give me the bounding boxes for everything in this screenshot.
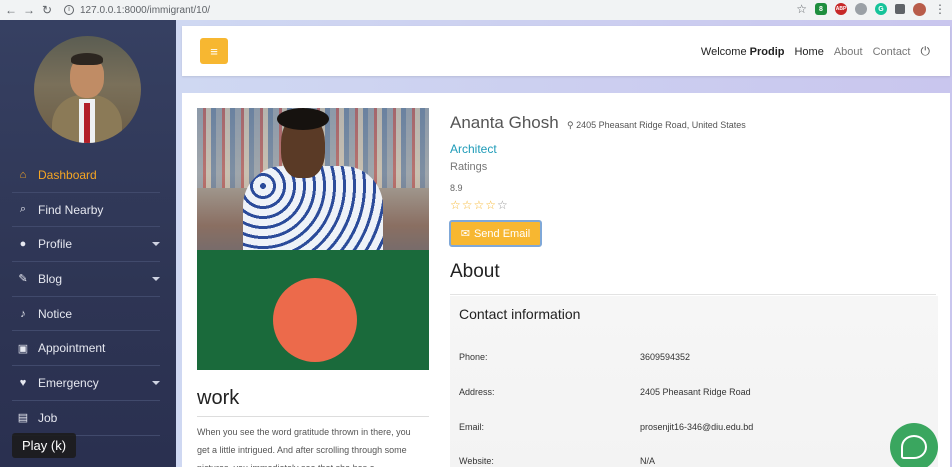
sidebar-item-profile[interactable]: ● Profile [12,227,160,263]
sidebar-item-label: Emergency [38,375,99,390]
send-email-button[interactable]: ✉ Send Email [449,220,542,247]
sidebar-item-dashboard[interactable]: ⌂ Dashboard [12,158,160,193]
contact-row-phone: Phone: 3609594352 [459,352,691,362]
username: Prodip [749,45,785,58]
chevron-down-icon [152,242,160,247]
rating-stars: ☆☆☆☆☆ [450,198,509,212]
avatar [34,36,141,143]
about-heading: About [450,261,500,282]
sidebar-item-emergency[interactable]: ♥ Emergency [12,366,160,401]
sidebar-item-label: Appointment [38,341,106,356]
menu-toggle-button[interactable]: ≡ [200,38,228,64]
browser-toolbar: ← → ↻ i 127.0.0.1:8000/immigrant/10/ ☆ 8… [0,0,952,20]
bookmark-star-icon[interactable]: ☆ [796,2,807,16]
heartbeat-icon: ♥ [19,376,27,389]
sidebar: ⌂ Dashboard ⌕ Find Nearby ● Profile ✎ Bl… [0,20,176,467]
url-text: 127.0.0.1:8000/immigrant/10/ [80,4,211,16]
sidebar-item-notice[interactable]: ♪ Notice [12,297,160,332]
contact-row-address: Address: 2405 Pheasant Ridge Road [459,387,751,397]
star-icon: ☆☆☆☆ [450,198,498,212]
globe-extension-icon[interactable] [855,3,867,15]
profile-profession: Architect [450,142,497,156]
forward-icon[interactable]: → [22,3,36,17]
contact-info-panel: Contact information Phone: 3609594352 Add… [450,296,938,467]
map-marker-icon: ⚲ [567,120,574,130]
work-description: When you see the word gratitude thrown i… [197,427,411,467]
contact-row-email: Email: prosenjit16-346@diu.edu.bd [459,422,754,432]
nav-contact-link[interactable]: Contact [873,46,911,58]
briefcase-icon: ▤ [17,412,29,425]
nav-about-link[interactable]: About [834,46,863,58]
sidebar-item-label: Find Nearby [38,202,104,217]
sidebar-item-label: Dashboard [38,167,97,182]
info-icon[interactable]: i [64,5,74,15]
rating-score: 8.9 [450,183,463,193]
sidebar-item-blog[interactable]: ✎ Blog [12,262,160,297]
header-nav: Welcome Prodip Home About Contact ⏻ [701,44,930,59]
profile-avatar-icon[interactable] [913,2,926,16]
browser-menu-icon[interactable]: ⋮ [934,2,946,16]
adblock-icon[interactable]: ABP [835,3,847,15]
divider [450,294,936,295]
chevron-down-icon [152,381,160,386]
sidebar-item-label: Job [38,410,58,425]
star-empty-icon: ☆ [497,198,509,212]
profile-location: ⚲ 2405 Pheasant Ridge Road, United State… [567,120,746,130]
welcome-text: Welcome Prodip [700,45,785,58]
reload-icon[interactable]: ↻ [40,3,54,17]
blog-icon: ✎ [18,273,28,286]
envelope-icon: ✉ [460,228,470,240]
sidebar-item-label: Blog [38,271,63,286]
profile-photo [197,108,429,370]
chat-bubble-icon [901,435,927,459]
logout-icon[interactable]: ⏻ [921,44,931,59]
home-icon: ⌂ [19,168,27,181]
profile-name: Ananta Ghosh [450,113,559,132]
sidebar-item-appointment[interactable]: ▣ Appointment [12,331,160,367]
user-icon: ● [19,238,27,251]
top-header: ≡ Welcome Prodip Home About Contact ⏻ [182,26,950,76]
address-bar[interactable]: i 127.0.0.1:8000/immigrant/10/ [64,5,210,16]
calendar-icon: ▣ [17,342,29,355]
sidebar-item-find-nearby[interactable]: ⌕ Find Nearby [12,193,160,228]
extensions-puzzle-icon[interactable] [895,4,905,14]
messenger-chat-button[interactable] [890,423,938,467]
bell-icon: ♪ [20,307,26,320]
chevron-down-icon [152,277,160,282]
contact-info-title: Contact information [459,306,581,322]
sidebar-item-label: Notice [38,306,73,321]
search-icon: ⌕ [19,203,27,216]
grammarly-icon[interactable]: G [875,3,887,15]
back-icon[interactable]: ← [4,3,18,17]
work-heading: work [197,387,429,417]
sidebar-item-job[interactable]: ▤ Job [12,401,160,436]
sidebar-menu: ⌂ Dashboard ⌕ Find Nearby ● Profile ✎ Bl… [0,158,176,436]
sidebar-item-label: Profile [38,237,73,252]
profile-card: work When you see the word gratitude thr… [182,93,950,467]
extension-badge-icon[interactable]: 8 [815,3,827,15]
contact-row-website: Website: N/A [459,456,656,466]
video-tooltip: Play (k) [12,433,77,458]
ratings-label: Ratings [450,161,488,173]
nav-home-link[interactable]: Home [794,46,823,58]
